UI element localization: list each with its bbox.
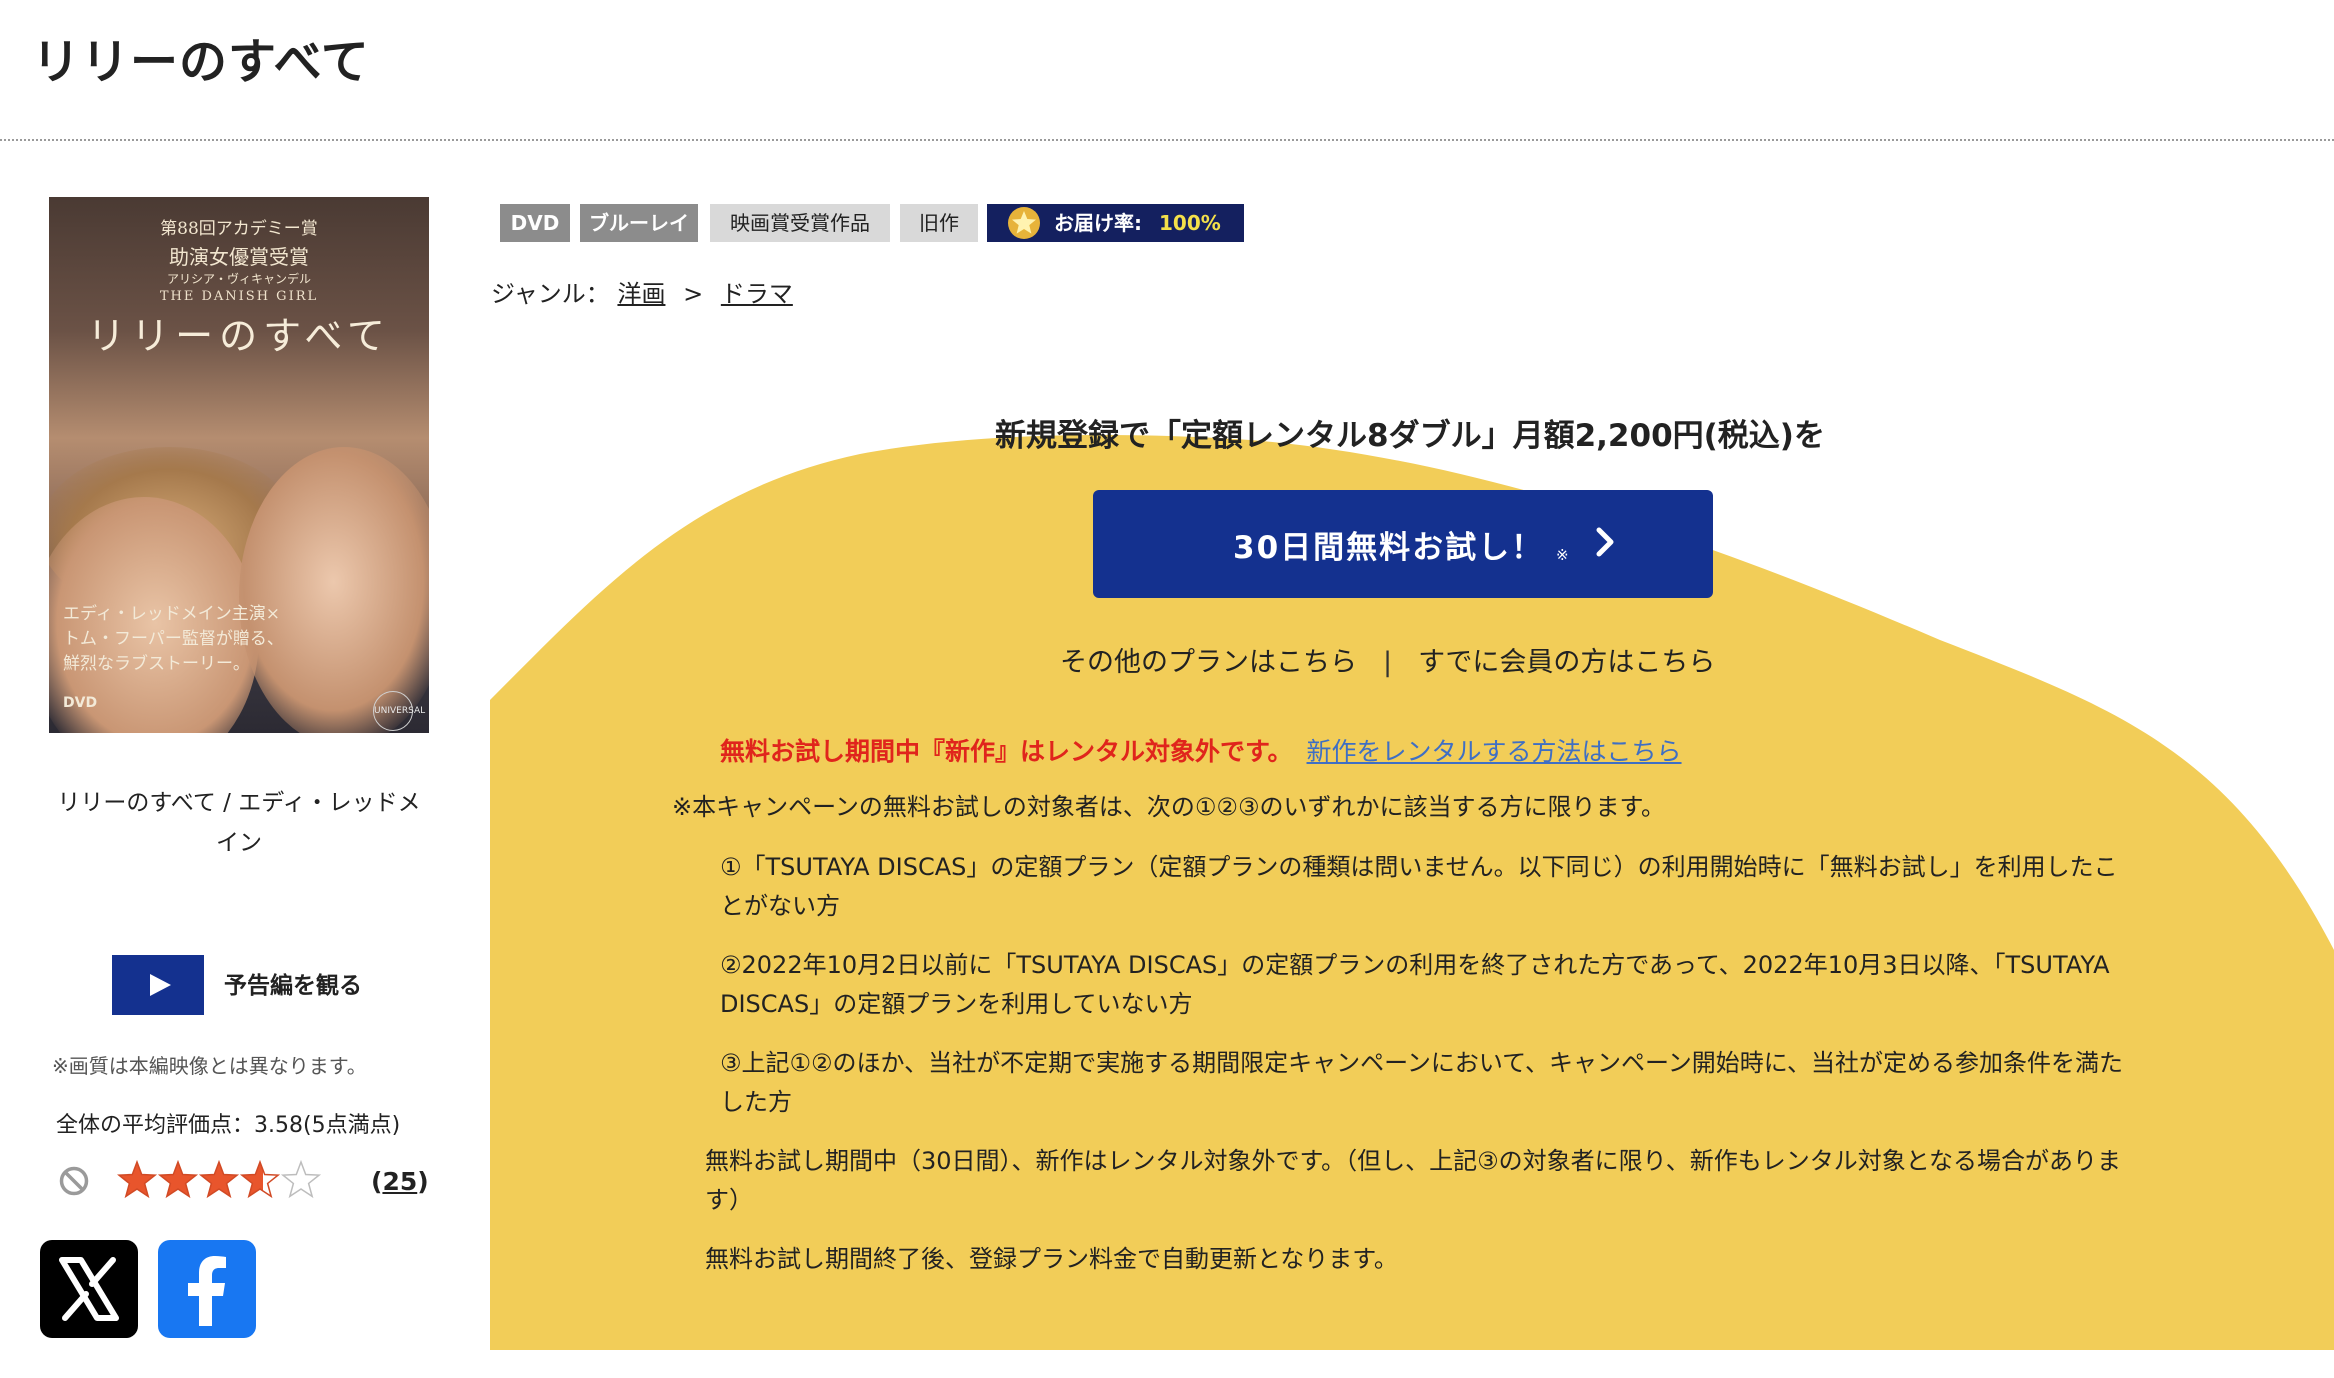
terms-note-1: 無料お試し期間中（30日間）、新作はレンタル対象外です。（但し、上記③の対象者に… <box>705 1147 2121 1214</box>
chevron-right-icon <box>1596 527 1614 557</box>
star-rating[interactable] <box>117 1160 327 1200</box>
rating-star <box>239 1160 281 1199</box>
badge-delivery-rate: お届け率: 100% <box>987 204 1244 242</box>
other-plans-link[interactable]: その他のプランはこちら <box>1060 647 1357 678</box>
poster-dvd-logo: DVD <box>63 695 98 711</box>
terms-item-3: ③上記①②のほか、当社が不定期で実施する期間限定キャンペーンにおいて、キャンペー… <box>720 1049 2124 1116</box>
existing-member-link[interactable]: すでに会員の方はこちら <box>1418 647 1715 678</box>
terms-item-1: ①「TSUTAYA DISCAS」の定額プラン（定額プランの種類は問いません。以… <box>720 853 2118 920</box>
badge-dvd: DVD <box>500 204 570 242</box>
genre-link-western[interactable]: 洋画 <box>617 280 665 308</box>
badge-old-release: 旧作 <box>900 204 978 242</box>
not-interested-icon[interactable] <box>58 1165 90 1197</box>
poster-credits: エディ・レッドメイン主演× トム・フーパー監督が贈る、 鮮烈なラブストーリー。 <box>63 604 284 674</box>
picture-quality-note: ※画質は本編映像とは異なります。 <box>52 1054 367 1078</box>
gold-star-icon <box>1008 207 1040 239</box>
genre-breadcrumb: ジャンル： 洋画 > ドラマ <box>491 280 793 308</box>
item-title-artist: リリーのすべて / エディ・レッドメイン <box>57 790 421 856</box>
poster-studio-logo: UNIVERSAL <box>373 691 425 731</box>
average-rating: 全体の平均評価点：3.58(5点満点) <box>56 1113 401 1138</box>
badge-bluray: ブルーレイ <box>580 204 698 242</box>
terms-intro: ※本キャンペーンの無料お試しの対象者は、次の①②③のいずれかに該当する方に限りま… <box>672 793 1666 821</box>
share-x-button[interactable] <box>40 1240 138 1338</box>
plan-links: その他のプランはこちら | すでに会員の方はこちら <box>1060 647 1716 678</box>
rating-star <box>280 1160 322 1199</box>
free-trial-button[interactable]: 30日間無料お試し！ ※ <box>1093 490 1713 598</box>
facebook-logo-icon <box>188 1256 226 1326</box>
play-icon <box>150 974 171 996</box>
terms-note-2: 無料お試し期間終了後、登録プラン料金で自動更新となります。 <box>705 1245 1398 1273</box>
rating-star <box>198 1160 240 1199</box>
x-logo-icon <box>59 1257 119 1321</box>
poster-english-title: THE DANISH GIRL <box>159 289 319 304</box>
poster-jp-title: リリーのすべて <box>87 314 391 358</box>
terms-item-2: ②2022年10月2日以前に「TSUTAYA DISCAS」の定額プランの利用を… <box>720 951 2110 1018</box>
new-release-warning: 無料お試し期間中『新作』はレンタル対象外です。 新作をレンタルする方法はこちら <box>720 737 1682 766</box>
product-poster-image: 第88回アカデミー賞 助演女優賞受賞 アリシア・ヴィキャンデル THE DANI… <box>49 197 429 733</box>
badge-award-winner: 映画賞受賞作品 <box>710 204 890 242</box>
page-title: リリーのすべて <box>32 34 370 90</box>
trailer-label[interactable]: 予告編を観る <box>224 966 362 1000</box>
genre-link-drama[interactable]: ドラマ <box>721 280 793 308</box>
new-release-rental-link[interactable]: 新作をレンタルする方法はこちら <box>1307 737 1682 766</box>
promo-heading: 新規登録で「定額レンタル8ダブル」月額2,200円(税込)を <box>995 418 1825 454</box>
title-divider <box>0 139 2334 141</box>
rating-star <box>157 1160 199 1199</box>
trailer-play-button[interactable] <box>112 955 204 1015</box>
poster-award-text: 第88回アカデミー賞 助演女優賞受賞 アリシア・ヴィキャンデル <box>160 219 318 286</box>
share-facebook-button[interactable] <box>158 1240 256 1338</box>
review-count-link[interactable]: (25) <box>371 1167 429 1196</box>
rating-star <box>117 1160 158 1199</box>
